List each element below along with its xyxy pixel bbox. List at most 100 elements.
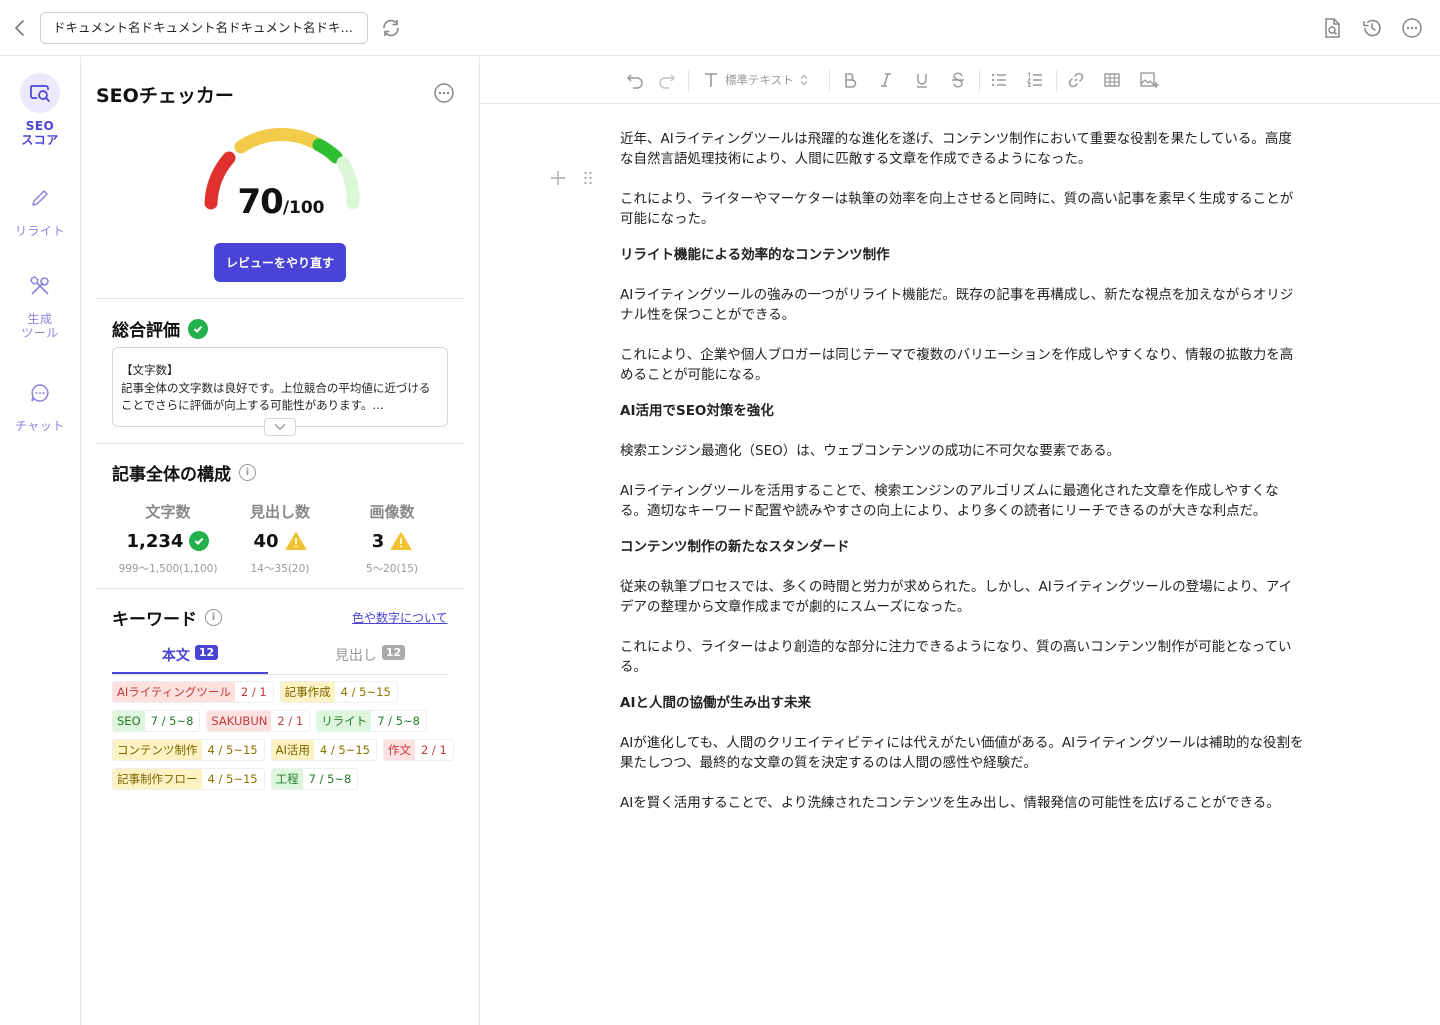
overall-evaluation-box: 【文字数】 記事全体の文字数は良好です。上位競合の平均値に近づけることでさらに評…: [112, 347, 448, 427]
tab-count-badge: 12: [194, 645, 219, 660]
keyword-chip[interactable]: 工程 7 / 5~8: [270, 768, 359, 790]
toolbar-separator: [688, 70, 689, 92]
rail-item-tools[interactable]: 生成 ツール: [0, 266, 80, 340]
keyword-chip-row: コンテンツ制作 4 / 5~15 AI活用 4 / 5~15 作文 2 / 1: [112, 739, 454, 761]
document-title-input[interactable]: ドキュメント名ドキュメント名ドキュメント名ドキュ...: [40, 12, 368, 44]
more-icon: [434, 83, 454, 103]
italic-button[interactable]: [875, 69, 897, 91]
tab-label: 本文: [161, 648, 190, 664]
keyword-chip[interactable]: 記事作成 4 / 5~15: [279, 681, 398, 703]
preview-button[interactable]: [1321, 17, 1343, 39]
expand-button[interactable]: [264, 418, 296, 436]
numbered-list-icon: [1027, 72, 1042, 87]
editor-heading[interactable]: AIと人間の協働が生み出す未来: [620, 693, 1305, 713]
drag-handle-icon[interactable]: [583, 170, 593, 186]
table-icon: [1104, 73, 1120, 87]
editor-paragraph[interactable]: AIが進化しても、人間のクリエイティビティには代えがたい価値がある。AIライティ…: [620, 733, 1305, 773]
more-button[interactable]: [1401, 17, 1423, 39]
keyword-text: リライト: [317, 711, 372, 731]
chevron-updown-icon: [800, 74, 808, 86]
keyword-chip[interactable]: SAKUBUN 2 / 1: [206, 710, 311, 732]
keyword-chip-row: SEO 7 / 5~8 SAKUBUN 2 / 1 リライト 7 / 5~8: [112, 710, 452, 732]
preview-icon: [1325, 18, 1340, 38]
editor-heading[interactable]: コンテンツ制作の新たなスタンダード: [620, 537, 1305, 557]
strikethrough-icon: [952, 72, 964, 88]
info-icon[interactable]: i: [205, 609, 222, 626]
stat-heading-count: 見出し数 40 14〜35(20): [224, 501, 336, 576]
keyword-count: 4 / 5~15: [319, 743, 370, 757]
editor-heading[interactable]: リライト機能による効率的なコンテンツ制作: [620, 245, 1305, 265]
editor-heading[interactable]: AI活用でSEO対策を強化: [620, 401, 1305, 421]
stat-value: 1,234: [126, 530, 184, 552]
strikethrough-button[interactable]: [947, 69, 969, 91]
color-number-help-link[interactable]: 色や数字について: [352, 609, 448, 626]
back-button[interactable]: [10, 18, 30, 38]
bold-button[interactable]: [839, 69, 861, 91]
stat-label: 画像数: [369, 503, 415, 521]
stat-image-count: 画像数 3 5〜20(15): [336, 501, 448, 576]
seo-score-icon: [20, 73, 60, 113]
text-style-select[interactable]: 標準テキスト: [703, 69, 808, 91]
bullet-list-button[interactable]: [988, 69, 1010, 91]
editor-paragraph[interactable]: AIライティングツールの強みの一つがリライト機能だ。既存の記事を再構成し、新たな…: [620, 285, 1305, 325]
eval-body: 記事全体の文字数は良好です。上位競合の平均値に近づけることでさらに評価が向上する…: [121, 380, 431, 413]
keyword-chips: AIライティングツール 2 / 1 記事作成 4 / 5~15 SEO 7 / 5~8 SA…: [112, 681, 454, 797]
history-button[interactable]: [1361, 17, 1383, 39]
rail-item-chat[interactable]: チャット: [0, 373, 80, 433]
overall-section-title: 総合評価: [112, 316, 208, 341]
undo-button[interactable]: [624, 69, 646, 91]
table-button[interactable]: [1101, 69, 1123, 91]
link-button[interactable]: [1065, 69, 1087, 91]
add-block-icon[interactable]: [549, 169, 567, 187]
warning-icon: [285, 532, 307, 550]
score-value: 70: [237, 182, 283, 222]
toolbar-separator: [829, 70, 830, 92]
rail-item-rewrite[interactable]: リライト: [0, 178, 80, 238]
tabs-underline: [112, 674, 448, 675]
keyword-chip[interactable]: SEO 7 / 5~8: [112, 710, 201, 732]
tab-headings[interactable]: 見出し 12: [292, 645, 448, 675]
numbered-list-button[interactable]: [1024, 69, 1046, 91]
rail-label: リライト: [14, 224, 65, 238]
stat-value-row: 3: [336, 530, 448, 552]
insert-image-button[interactable]: [1137, 69, 1161, 91]
editor-paragraph[interactable]: AIライティングツールを活用することで、検索エンジンのアルゴリズムに最適化された…: [620, 481, 1305, 521]
structure-title: 記事全体の構成: [112, 465, 231, 485]
stat-range: 5〜20(15): [365, 563, 419, 575]
undo-icon: [626, 74, 643, 89]
info-icon[interactable]: i: [239, 464, 256, 481]
editor-paragraph[interactable]: 近年、AIライティングツールは飛躍的な進化を遂げ、コンテンツ制作において重要な役…: [620, 129, 1305, 169]
editor-paragraph[interactable]: AIを賢く活用することで、より洗練されたコンテンツを生み出し、情報発信の可能性を…: [620, 793, 1305, 813]
editor-paragraph[interactable]: これにより、ライターやマーケターは執筆の効率を向上させると同時に、質の高い記事を…: [620, 189, 1305, 229]
underline-button[interactable]: [911, 69, 933, 91]
stat-value: 40: [253, 530, 279, 552]
tab-body[interactable]: 本文 12: [112, 645, 268, 675]
rail-item-seo-score[interactable]: SEO スコア: [0, 73, 80, 147]
keywords-title: キーワード: [112, 610, 197, 630]
keyword-chip[interactable]: コンテンツ制作 4 / 5~15: [112, 739, 265, 761]
editor-paragraph[interactable]: 検索エンジン最適化（SEO）は、ウェブコンテンツの成功に不可欠な要素である。: [620, 441, 1305, 461]
keyword-chip[interactable]: AIライティングツール 2 / 1: [112, 681, 274, 703]
divider: [96, 298, 464, 299]
stat-value: 3: [371, 530, 385, 552]
redo-button[interactable]: [656, 69, 678, 91]
keyword-chip[interactable]: AI活用 4 / 5~15: [270, 739, 377, 761]
panel-more-button[interactable]: [433, 82, 455, 104]
keyword-chip[interactable]: 作文 2 / 1: [382, 739, 454, 761]
editor-paragraph[interactable]: 従来の執筆プロセスでは、多くの時間と労力が求められた。しかし、AIライティングツ…: [620, 577, 1305, 617]
overall-title: 総合評価: [112, 321, 180, 341]
editor-paragraph[interactable]: これにより、ライターはより創造的な部分に注力できるようになり、質の高いコンテンツ…: [620, 637, 1305, 677]
keyword-count: 4 / 5~15: [207, 772, 258, 786]
editor-toolbar: 標準テキスト: [481, 57, 1440, 104]
review-again-button[interactable]: レビューをやり直す: [214, 243, 346, 282]
divider: [96, 588, 464, 589]
refresh-button[interactable]: [380, 17, 402, 39]
keyword-text: 記事作成: [280, 682, 335, 702]
keyword-chip[interactable]: リライト 7 / 5~8: [316, 710, 427, 732]
keyword-chip[interactable]: 記事制作フロー 4 / 5~15: [112, 768, 265, 790]
keyword-text: 工程: [271, 769, 303, 789]
rail-label: チャット: [15, 419, 65, 433]
keyword-text: コンテンツ制作: [113, 740, 202, 760]
editor-paragraph[interactable]: これにより、企業や個人ブロガーは同じテーマで複数のバリエーションを作成しやすくな…: [620, 345, 1305, 385]
editor-content[interactable]: 近年、AIライティングツールは飛躍的な進化を遂げ、コンテンツ制作において重要な役…: [620, 129, 1305, 833]
